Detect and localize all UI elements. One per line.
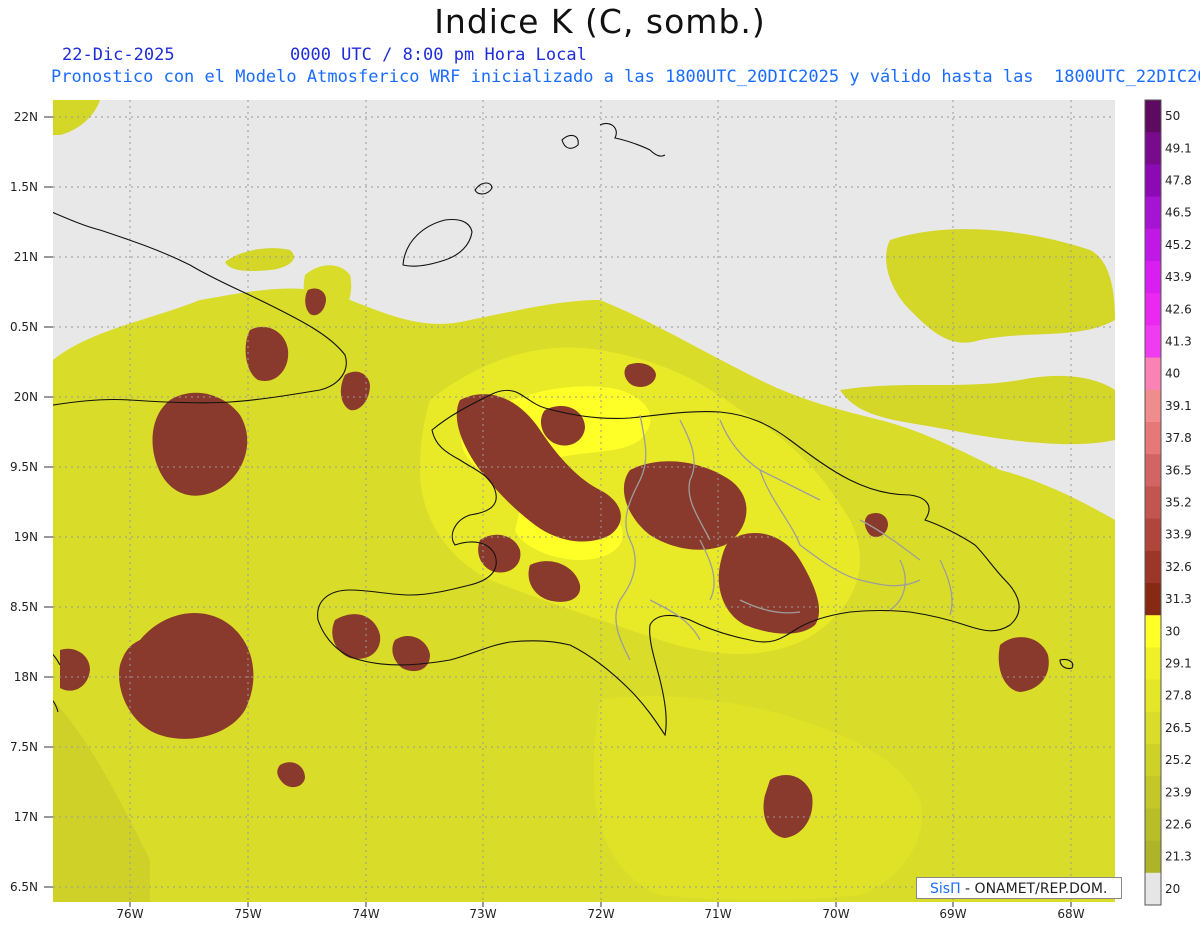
- lon-label: 69W: [939, 907, 966, 921]
- colorbar-label: 36.5: [1165, 463, 1192, 477]
- colorbar-label: 41.3: [1165, 335, 1192, 349]
- colorbar-label: 35.2: [1165, 496, 1192, 510]
- colorbar-label: 42.6: [1165, 302, 1192, 316]
- lat-label: 20N: [14, 390, 38, 404]
- lat-label: 8.5N: [10, 600, 38, 614]
- colorbar-swatch: [1145, 389, 1161, 423]
- colorbar-swatch: [1145, 164, 1161, 198]
- lon-label: 73W: [469, 907, 496, 921]
- colorbar-label: 25.2: [1165, 753, 1192, 767]
- forecast-map: 22N 1.5N 21N 0.5N 20N 9.5N 19N 8.5N 18N …: [10, 99, 1192, 921]
- lon-label: 75W: [234, 907, 261, 921]
- lon-label: 71W: [704, 907, 731, 921]
- colorbar-swatch: [1145, 615, 1161, 648]
- lat-label: 21N: [14, 250, 38, 264]
- valid-time: 0000 UTC / 8:00 pm Hora Local: [290, 45, 587, 65]
- colorbar-swatch: [1145, 550, 1161, 584]
- colorbar-label: 46.5: [1165, 206, 1192, 220]
- colorbar-swatch: [1145, 228, 1161, 262]
- lat-label: 17N: [14, 810, 38, 824]
- colorbar-label: 45.2: [1165, 238, 1192, 252]
- colorbar-label: 49.1: [1165, 141, 1192, 155]
- colorbar-swatch: [1145, 261, 1161, 294]
- colorbar-swatch: [1145, 840, 1161, 874]
- colorbar-label: 26.5: [1165, 721, 1192, 735]
- colorbar-swatch: [1145, 422, 1161, 455]
- colorbar-label: 27.8: [1165, 689, 1192, 703]
- lat-label: 22N: [14, 110, 38, 124]
- colorbar-swatch: [1145, 679, 1161, 713]
- credit-brand: SisΠ: [930, 881, 961, 897]
- credit-box: SisΠ - ONAMET/REP.DOM.: [916, 877, 1122, 899]
- colorbar-label: 30: [1165, 624, 1180, 638]
- lat-label: 1.5N: [10, 180, 38, 194]
- colorbar-swatch: [1145, 100, 1161, 133]
- chart-title: Indice K (C, somb.): [434, 2, 766, 41]
- colorbar-swatch: [1145, 518, 1161, 552]
- colorbar-label: 20: [1165, 882, 1180, 896]
- lon-label: 72W: [587, 907, 614, 921]
- colorbar-label: 32.6: [1165, 560, 1192, 574]
- lon-label: 70W: [822, 907, 849, 921]
- colorbar-label: 29.1: [1165, 657, 1192, 671]
- lat-label: 0.5N: [10, 320, 38, 334]
- colorbar-swatch: [1145, 196, 1161, 230]
- lat-label: 7.5N: [10, 740, 38, 754]
- colorbar-label: 37.8: [1165, 431, 1192, 445]
- colorbar-swatch: [1145, 357, 1161, 391]
- lon-label: 68W: [1057, 907, 1084, 921]
- colorbar-swatch: [1145, 583, 1161, 616]
- lat-label: 18N: [14, 670, 38, 684]
- colorbar-swatch: [1145, 711, 1161, 745]
- valid-date: 22-Dic-2025: [62, 45, 175, 65]
- forecast-description: Pronostico con el Modelo Atmosferico WRF…: [51, 67, 1200, 87]
- lat-label: 6.5N: [10, 880, 38, 894]
- colorbar-swatch: [1145, 454, 1161, 487]
- colorbar-swatch: [1145, 325, 1161, 359]
- colorbar-swatch: [1145, 647, 1161, 681]
- colorbar-swatch: [1145, 132, 1161, 165]
- colorbar-label: 22.6: [1165, 818, 1192, 832]
- colorbar-label: 50: [1165, 109, 1180, 123]
- colorbar-swatch: [1145, 808, 1161, 842]
- colorbar-label: 31.3: [1165, 592, 1192, 606]
- lat-label: 19N: [14, 530, 38, 544]
- colorbar-swatch: [1145, 293, 1161, 326]
- colorbar-label: 40: [1165, 367, 1180, 381]
- colorbar-label: 39.1: [1165, 399, 1192, 413]
- lat-label: 9.5N: [10, 460, 38, 474]
- lat-axis: 22N 1.5N 21N 0.5N 20N 9.5N 19N 8.5N 18N …: [10, 110, 38, 894]
- colorbar: 50 49.1 47.8 46.5 45.2 43.9 42.6 41.3 40 39.1 37.8…: [1144, 99, 1192, 906]
- lon-axis: 76W 75W 74W 73W 72W 71W 70W 69W 68W: [116, 907, 1084, 921]
- colorbar-swatch: [1145, 744, 1161, 777]
- colorbar-label: 23.9: [1165, 785, 1192, 799]
- lon-label: 74W: [352, 907, 379, 921]
- colorbar-swatch: [1145, 486, 1161, 520]
- lat-ticks: [44, 116, 53, 888]
- lon-ticks: [129, 902, 1072, 907]
- credit-text: - ONAMET/REP.DOM.: [960, 881, 1108, 897]
- colorbar-label: 33.9: [1165, 528, 1192, 542]
- colorbar-label: 43.9: [1165, 270, 1192, 284]
- colorbar-swatch: [1145, 776, 1161, 809]
- colorbar-swatch: [1145, 872, 1161, 906]
- colorbar-label: 21.3: [1165, 850, 1192, 864]
- lon-label: 76W: [116, 907, 143, 921]
- colorbar-label: 47.8: [1165, 174, 1192, 188]
